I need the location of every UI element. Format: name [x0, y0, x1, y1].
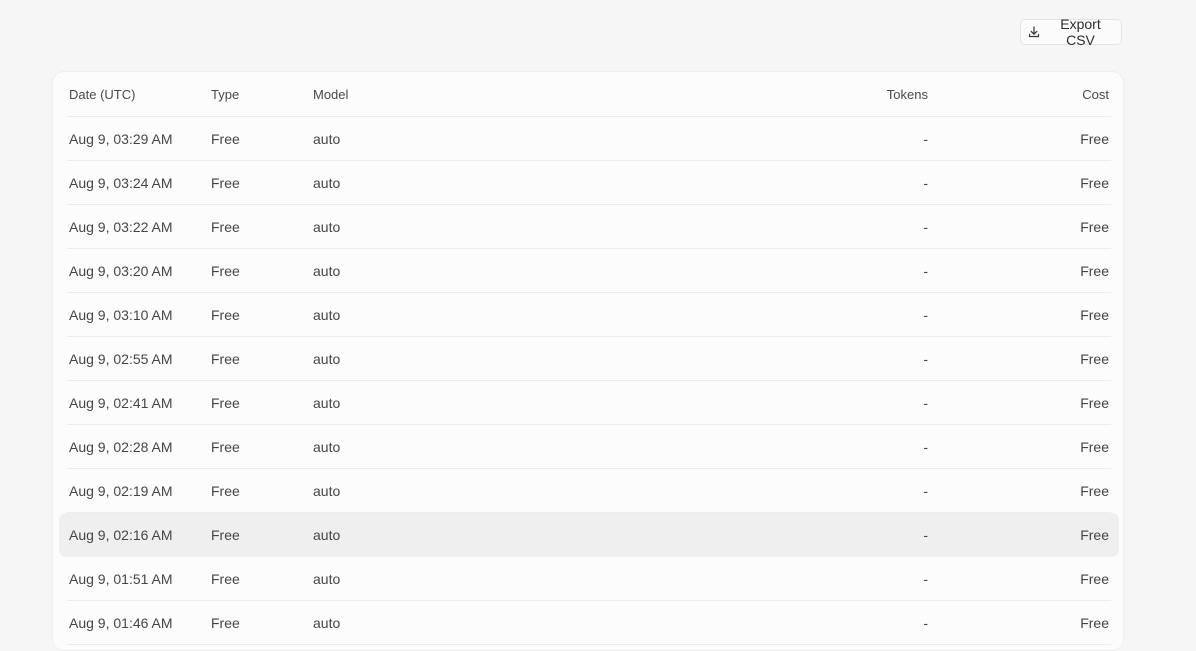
cell-type: Free — [211, 306, 240, 323]
cell-tokens: - — [923, 614, 928, 631]
table-row[interactable]: Aug 9, 02:19 AM Free auto - Free — [67, 469, 1111, 513]
export-csv-label: Export CSV — [1060, 16, 1101, 48]
cell-tokens: - — [923, 130, 928, 147]
cell-tokens: - — [923, 350, 928, 367]
cell-model: auto — [313, 482, 341, 499]
cell-type: Free — [211, 174, 240, 191]
cell-model: auto — [313, 570, 341, 587]
column-header-date: Date (UTC) — [69, 86, 136, 102]
cell-type: Free — [211, 262, 240, 279]
table-row[interactable]: Aug 9, 03:20 AM Free auto - Free — [67, 249, 1111, 293]
cell-type: Free — [211, 482, 240, 499]
cell-model: auto — [313, 306, 341, 323]
cell-model: auto — [313, 130, 341, 147]
download-icon — [1027, 25, 1041, 39]
cell-tokens: - — [923, 438, 928, 455]
usage-table-card: Date (UTC) Type Model Tokens Cost Aug 9,… — [52, 71, 1124, 651]
cell-cost: Free — [1080, 570, 1109, 587]
cell-cost: Free — [1080, 350, 1109, 367]
table-row[interactable]: Aug 9, 03:10 AM Free auto - Free — [67, 293, 1111, 337]
cell-tokens: - — [923, 306, 928, 323]
column-header-cost: Cost — [1082, 86, 1109, 102]
table-row[interactable]: Aug 9, 03:24 AM Free auto - Free — [67, 161, 1111, 205]
table-row[interactable]: Aug 9, 02:41 AM Free auto - Free — [67, 381, 1111, 425]
table-row[interactable]: Aug 9, 02:28 AM Free auto - Free — [67, 425, 1111, 469]
table-header: Date (UTC) Type Model Tokens Cost — [67, 72, 1111, 117]
cell-date: Aug 9, 03:10 AM — [69, 306, 173, 323]
cell-date: Aug 9, 02:16 AM — [69, 526, 173, 543]
cell-model: auto — [313, 526, 341, 543]
cell-cost: Free — [1080, 218, 1109, 235]
usage-table: Date (UTC) Type Model Tokens Cost Aug 9,… — [59, 72, 1119, 645]
cell-type: Free — [211, 570, 240, 587]
cell-tokens: - — [923, 174, 928, 191]
table-row[interactable]: Aug 9, 01:51 AM Free auto - Free — [67, 557, 1111, 601]
cell-type: Free — [211, 350, 240, 367]
cell-model: auto — [313, 614, 341, 631]
column-header-type: Type — [211, 86, 240, 102]
cell-model: auto — [313, 218, 341, 235]
table-row[interactable]: Aug 9, 03:29 AM Free auto - Free — [67, 117, 1111, 161]
cell-model: auto — [313, 174, 341, 191]
cell-date: Aug 9, 01:51 AM — [69, 570, 173, 587]
cell-tokens: - — [923, 394, 928, 411]
cell-type: Free — [211, 614, 240, 631]
cell-date: Aug 9, 01:46 AM — [69, 614, 173, 631]
cell-date: Aug 9, 02:28 AM — [69, 438, 173, 455]
cell-date: Aug 9, 03:24 AM — [69, 174, 173, 191]
cell-cost: Free — [1080, 614, 1109, 631]
cell-model: auto — [313, 394, 341, 411]
table-row[interactable]: Aug 9, 02:16 AM Free auto - Free — [59, 513, 1119, 557]
cell-date: Aug 9, 03:29 AM — [69, 130, 173, 147]
cell-cost: Free — [1080, 130, 1109, 147]
cell-cost: Free — [1080, 174, 1109, 191]
cell-type: Free — [211, 130, 240, 147]
cell-type: Free — [211, 526, 240, 543]
cell-date: Aug 9, 02:55 AM — [69, 350, 173, 367]
export-csv-button[interactable]: Export CSV — [1020, 16, 1122, 48]
cell-tokens: - — [923, 570, 928, 587]
cell-tokens: - — [923, 482, 928, 499]
cell-model: auto — [313, 262, 341, 279]
cell-date: Aug 9, 03:20 AM — [69, 262, 173, 279]
cell-model: auto — [313, 438, 341, 455]
cell-tokens: - — [923, 218, 928, 235]
column-header-tokens: Tokens — [886, 86, 928, 102]
cell-cost: Free — [1080, 526, 1109, 543]
cell-cost: Free — [1080, 394, 1109, 411]
table-row[interactable]: Aug 9, 01:46 AM Free auto - Free — [67, 601, 1111, 645]
cell-cost: Free — [1080, 482, 1109, 499]
cell-cost: Free — [1080, 438, 1109, 455]
column-header-model: Model — [313, 86, 349, 102]
cell-type: Free — [211, 438, 240, 455]
table-row[interactable]: Aug 9, 03:22 AM Free auto - Free — [67, 205, 1111, 249]
cell-date: Aug 9, 02:41 AM — [69, 394, 173, 411]
cell-cost: Free — [1080, 262, 1109, 279]
cell-type: Free — [211, 394, 240, 411]
table-row[interactable]: Aug 9, 02:55 AM Free auto - Free — [67, 337, 1111, 381]
cell-date: Aug 9, 03:22 AM — [69, 218, 173, 235]
cell-type: Free — [211, 218, 240, 235]
cell-model: auto — [313, 350, 341, 367]
cell-cost: Free — [1080, 306, 1109, 323]
cell-tokens: - — [923, 262, 928, 279]
cell-tokens: - — [923, 526, 928, 543]
cell-date: Aug 9, 02:19 AM — [69, 482, 173, 499]
